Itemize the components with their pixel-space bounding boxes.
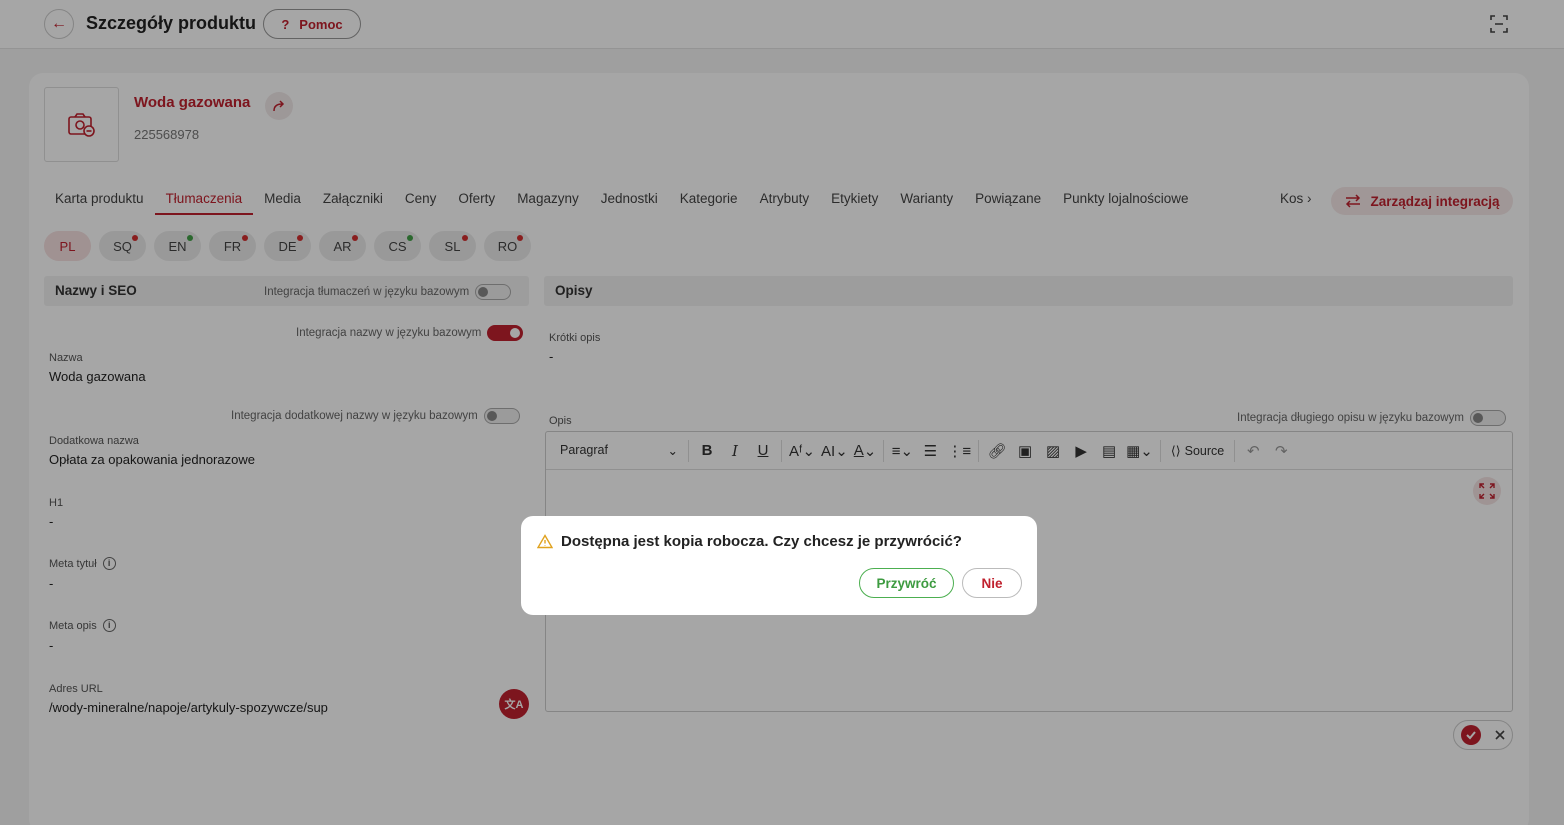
- modal-overlay: [0, 0, 1564, 825]
- warning-icon: [537, 534, 553, 549]
- no-button[interactable]: Nie: [962, 568, 1022, 598]
- restore-button[interactable]: Przywróć: [859, 568, 954, 598]
- draft-restore-dialog: Dostępna jest kopia robocza. Czy chcesz …: [521, 516, 1037, 615]
- dialog-message: Dostępna jest kopia robocza. Czy chcesz …: [561, 533, 962, 550]
